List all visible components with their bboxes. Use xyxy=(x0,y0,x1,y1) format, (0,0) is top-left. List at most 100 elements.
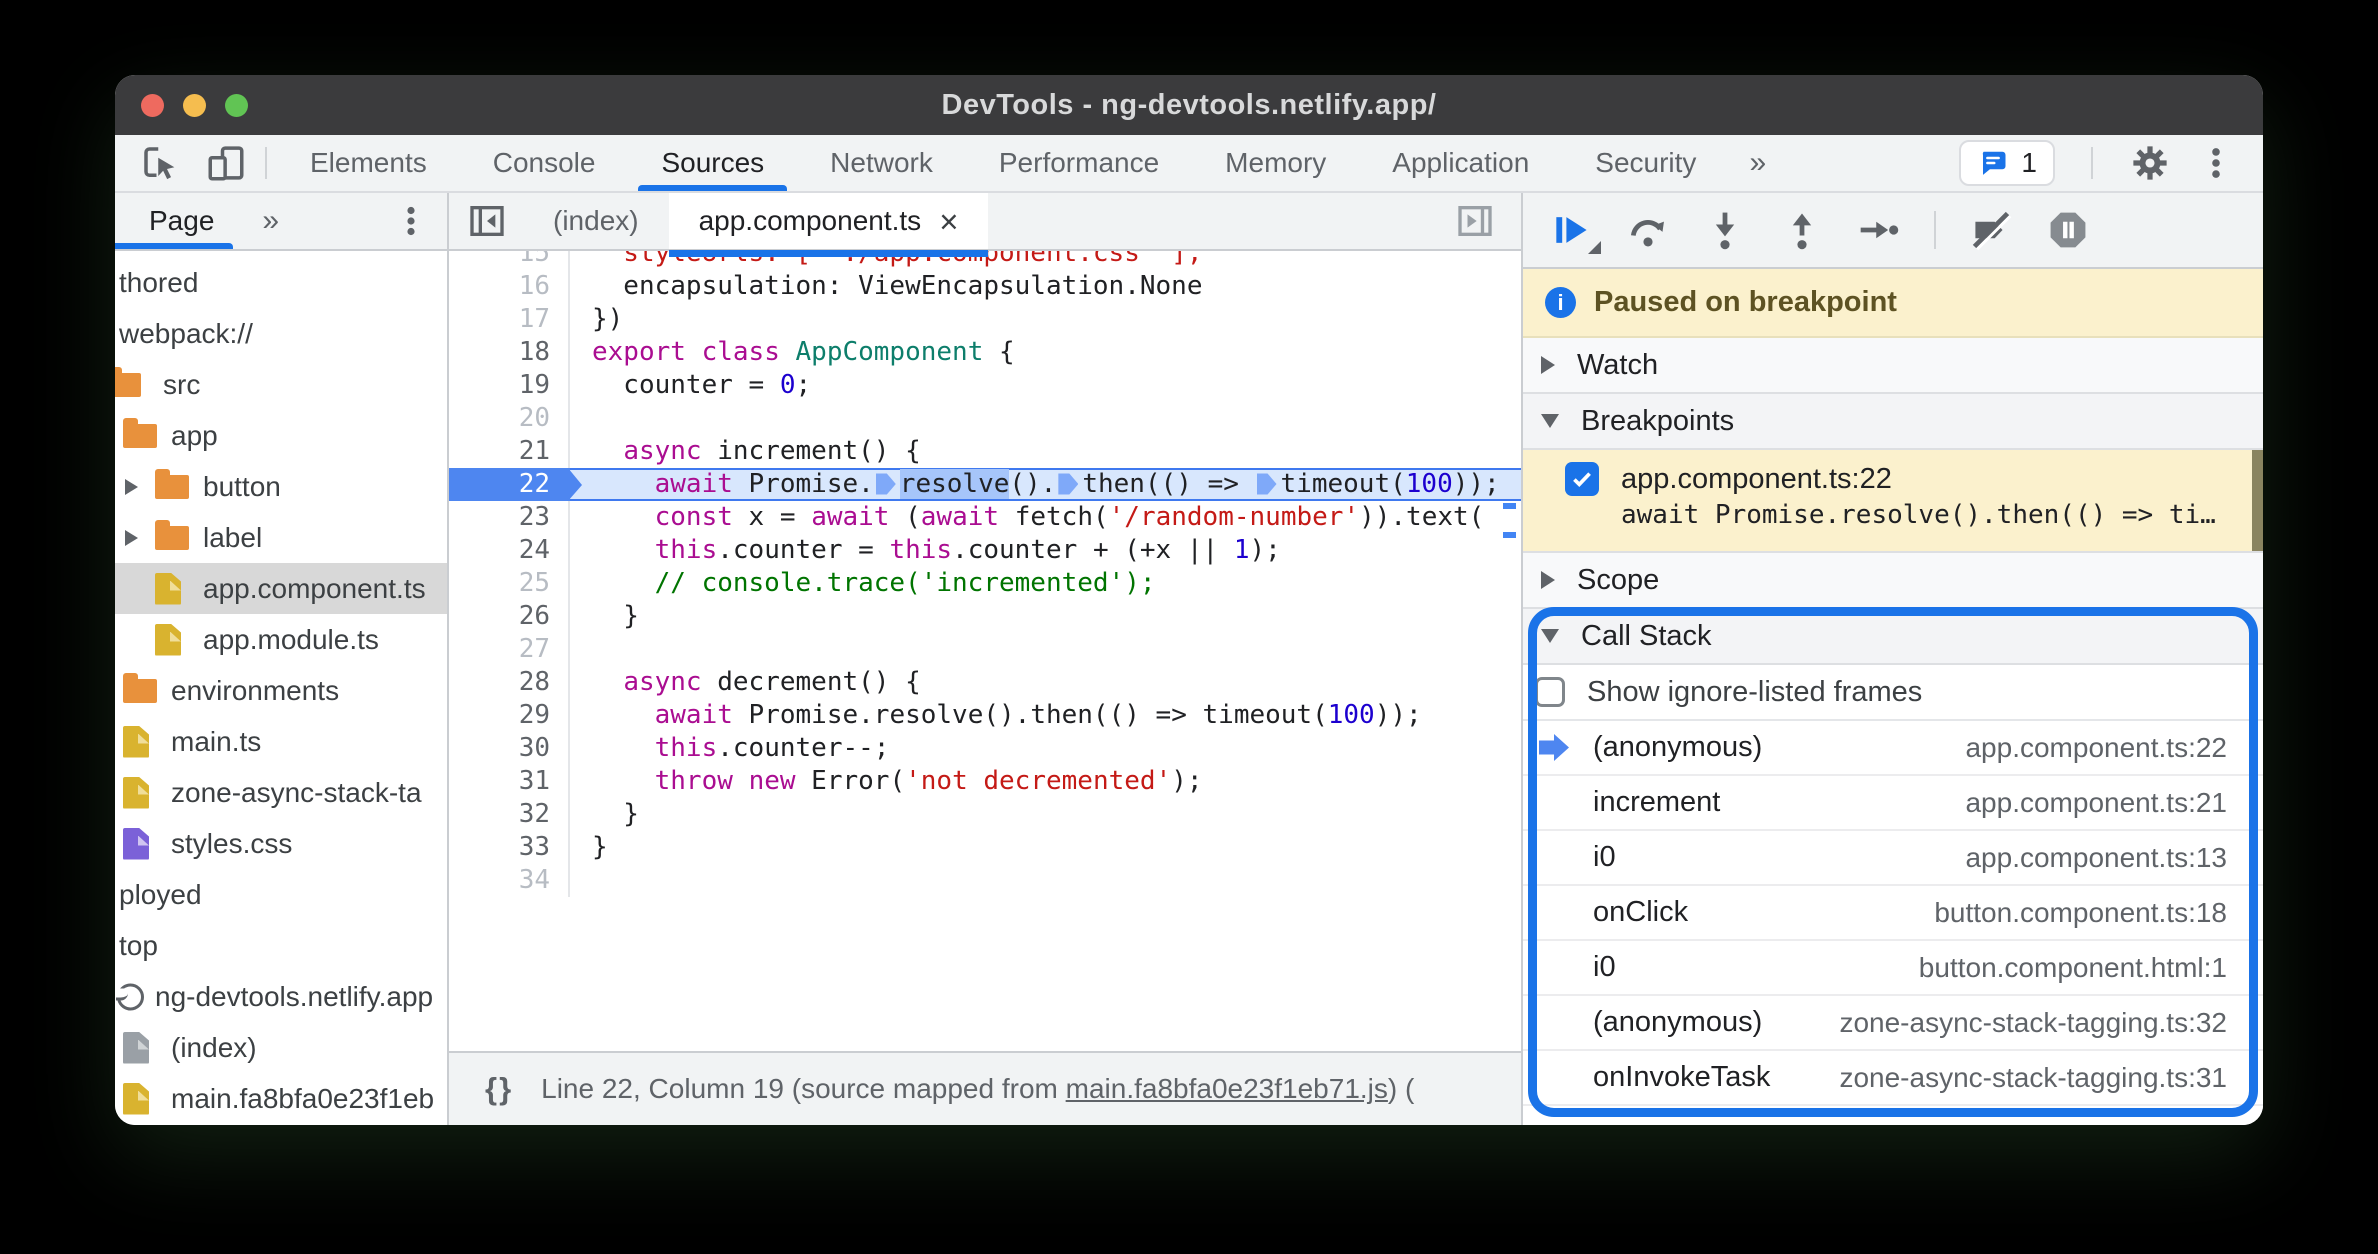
show-ignore-listed-frames-row[interactable]: Show ignore-listed frames xyxy=(1523,665,2263,721)
tab-performance[interactable]: Performance xyxy=(966,135,1192,191)
tab-security[interactable]: Security xyxy=(1562,135,1729,191)
tree-item-top[interactable]: top xyxy=(115,920,447,971)
async-step-marker-icon[interactable] xyxy=(1256,473,1277,495)
line-number[interactable]: 23 xyxy=(449,501,570,534)
step-into-button[interactable] xyxy=(1703,208,1747,252)
tree-item-zone-async-stack-ta[interactable]: zone-async-stack-ta xyxy=(115,767,447,818)
more-navigator-tabs-button[interactable]: » xyxy=(214,204,279,238)
frame-source-location[interactable]: app.component.ts:22 xyxy=(1965,732,2227,764)
collapse-navigator-icon[interactable] xyxy=(449,193,523,249)
more-panels-button[interactable]: » xyxy=(1729,135,1786,191)
zoom-window-button[interactable] xyxy=(225,93,248,117)
tab-network[interactable]: Network xyxy=(797,135,966,191)
device-toolbar-icon[interactable] xyxy=(205,142,247,184)
section-breakpoints[interactable]: Breakpoints xyxy=(1523,394,2263,450)
tree-item-main.fa8bfa0e23f1eb[interactable]: main.fa8bfa0e23f1eb xyxy=(115,1073,447,1124)
navigator-kebab-menu-icon[interactable] xyxy=(393,203,429,239)
issues-badge-button[interactable]: 1 xyxy=(1959,140,2055,186)
callstack-frame-onInvokeTask[interactable]: onInvokeTask zone-async-stack-tagging.ts:… xyxy=(1523,1051,2263,1106)
kebab-menu-icon[interactable] xyxy=(2197,144,2235,182)
tab-elements[interactable]: Elements xyxy=(277,135,460,191)
inspect-element-icon[interactable] xyxy=(139,142,181,184)
line-number[interactable]: 34 xyxy=(449,864,570,897)
frame-source-location[interactable]: button.component.ts:18 xyxy=(1934,897,2227,929)
frame-source-location[interactable]: button.component.html:1 xyxy=(1919,952,2227,984)
tree-item-label[interactable]: label xyxy=(115,512,447,563)
source-map-link[interactable]: main.fa8bfa0e23f1eb71.js xyxy=(1066,1073,1388,1104)
callstack-frame-increment[interactable]: increment app.component.ts:21 xyxy=(1523,776,2263,831)
step-out-button[interactable] xyxy=(1780,208,1824,252)
tree-item-environments[interactable]: environments xyxy=(115,665,447,716)
tab-page[interactable]: Page xyxy=(115,205,214,237)
line-number[interactable]: 21 xyxy=(449,435,570,468)
callstack-frame--anonymous-[interactable]: (anonymous) zone-async-stack-tagging.ts:3… xyxy=(1523,996,2263,1051)
editor-tab-index[interactable]: (index) xyxy=(523,193,669,249)
tree-item-app.module.ts[interactable]: app.module.ts xyxy=(115,614,447,665)
tree-item-webpack-[interactable]: webpack:// xyxy=(115,308,447,359)
tree-item--index-[interactable]: (index) xyxy=(115,1022,447,1073)
step-over-button[interactable] xyxy=(1626,208,1670,252)
show-debugger-panel-icon[interactable] xyxy=(1455,193,1521,249)
line-number[interactable]: 25 xyxy=(449,567,570,600)
tree-item-button[interactable]: button xyxy=(115,461,447,512)
line-number[interactable]: 15 xyxy=(449,251,570,270)
settings-gear-icon[interactable] xyxy=(2129,142,2171,184)
tab-console[interactable]: Console xyxy=(460,135,629,191)
callstack-frame-i0[interactable]: i0 button.component.html:1 xyxy=(1523,941,2263,996)
line-number[interactable]: 18 xyxy=(449,336,570,369)
tree-item-app.component.ts[interactable]: app.component.ts xyxy=(115,563,447,614)
line-number[interactable]: 17 xyxy=(449,303,570,336)
tree-item-main.ts[interactable]: main.ts xyxy=(115,716,447,767)
panel-scrollbar-thumb[interactable] xyxy=(2252,450,2263,551)
close-window-button[interactable] xyxy=(141,93,164,117)
ignore-listed-checkbox[interactable] xyxy=(1535,677,1565,707)
tab-application[interactable]: Application xyxy=(1359,135,1562,191)
resume-script-button[interactable] xyxy=(1549,208,1601,254)
line-number[interactable]: 30 xyxy=(449,732,570,765)
callstack-frame-i0[interactable]: i0 app.component.ts:13 xyxy=(1523,831,2263,886)
tree-item-styles.css[interactable]: styles.css xyxy=(115,818,447,869)
frame-source-location[interactable]: app.component.ts:13 xyxy=(1965,842,2227,874)
expand-arrow-icon[interactable] xyxy=(125,478,138,495)
minimize-window-button[interactable] xyxy=(183,93,206,117)
async-step-marker-icon[interactable] xyxy=(875,473,896,495)
tab-sources[interactable]: Sources xyxy=(628,135,797,191)
breakpoint-entry[interactable]: app.component.ts:22 await Promise.resolv… xyxy=(1523,450,2263,553)
line-number[interactable]: 19 xyxy=(449,369,570,402)
frame-source-location[interactable]: app.component.ts:21 xyxy=(1965,787,2227,819)
line-number[interactable]: 28 xyxy=(449,666,570,699)
pretty-print-icon[interactable]: {} xyxy=(485,1071,513,1107)
pause-on-exceptions-button[interactable] xyxy=(2046,208,2090,252)
async-step-marker-icon[interactable] xyxy=(1058,473,1079,495)
breakpoint-checkbox[interactable] xyxy=(1565,462,1599,496)
expand-arrow-icon[interactable] xyxy=(125,529,138,546)
line-number[interactable]: 24 xyxy=(449,534,570,567)
frame-source-location[interactable]: zone-async-stack-tagging.ts:31 xyxy=(1839,1062,2227,1094)
breakpoint-line-number[interactable]: 22 xyxy=(449,468,582,501)
section-watch[interactable]: Watch xyxy=(1523,338,2263,394)
callstack-frame--anonymous-[interactable]: (anonymous) app.component.ts:22 xyxy=(1523,721,2263,776)
code-editor[interactable]: 15 styleUrls: [ './app.component.css' ],… xyxy=(449,251,1521,1051)
line-number[interactable]: 20 xyxy=(449,402,570,435)
callstack-frame-onClick[interactable]: onClick button.component.ts:18 xyxy=(1523,886,2263,941)
line-number[interactable]: 29 xyxy=(449,699,570,732)
tab-memory[interactable]: Memory xyxy=(1192,135,1359,191)
close-tab-icon[interactable]: × xyxy=(939,205,958,238)
tree-item-app[interactable]: app xyxy=(115,410,447,461)
tree-item-src[interactable]: src xyxy=(115,359,447,410)
section-scope[interactable]: Scope xyxy=(1523,553,2263,609)
tree-item-ployed[interactable]: ployed xyxy=(115,869,447,920)
step-button[interactable] xyxy=(1857,208,1901,252)
deactivate-breakpoints-button[interactable] xyxy=(1969,208,2013,252)
line-number[interactable]: 26 xyxy=(449,600,570,633)
section-call-stack[interactable]: Call Stack xyxy=(1523,609,2263,665)
line-number[interactable]: 31 xyxy=(449,765,570,798)
line-number[interactable]: 27 xyxy=(449,633,570,666)
line-number[interactable]: 16 xyxy=(449,270,570,303)
frame-source-location[interactable]: zone-async-stack-tagging.ts:32 xyxy=(1839,1007,2227,1039)
editor-tab-app-component[interactable]: app.component.ts × xyxy=(668,193,989,257)
line-number[interactable]: 32 xyxy=(449,798,570,831)
tree-item-thored[interactable]: thored xyxy=(115,257,447,308)
line-number[interactable]: 33 xyxy=(449,831,570,864)
tree-item-ng-devtools.netlify.app[interactable]: ng-devtools.netlify.app xyxy=(115,971,447,1022)
